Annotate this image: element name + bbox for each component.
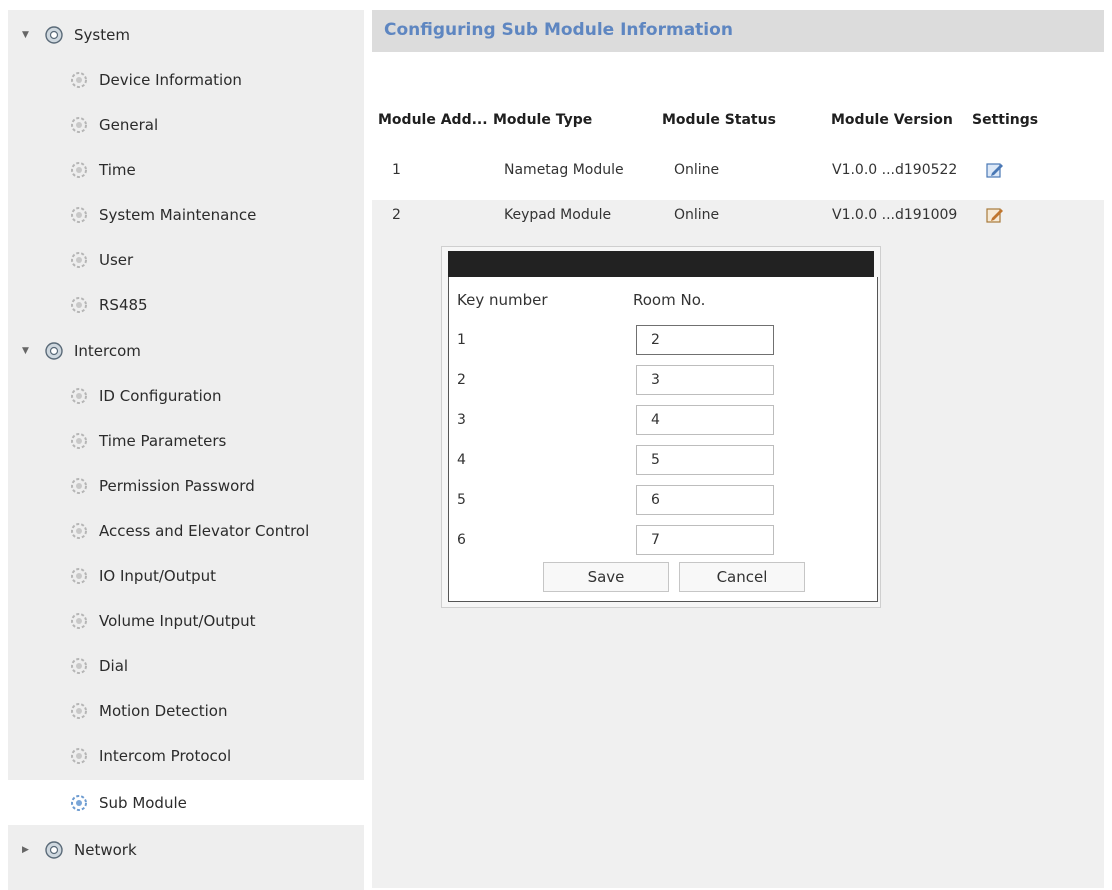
- sidebar-item-label: Dial: [99, 656, 129, 675]
- gear-icon: [71, 71, 87, 88]
- gear-icon: [71, 612, 87, 629]
- gear-icon: [71, 657, 87, 674]
- gear-icon: [71, 432, 87, 449]
- sidebar-item-time-parameters[interactable]: Time Parameters: [8, 418, 364, 463]
- sidebar-item-system-maintenance[interactable]: System Maintenance: [8, 192, 364, 237]
- sidebar-item-label: Time Parameters: [99, 431, 227, 450]
- sidebar: ▼ System Device Information General Time…: [8, 10, 364, 890]
- key-number-label: 4: [457, 452, 466, 468]
- sidebar-group-system[interactable]: ▼ System: [8, 12, 364, 57]
- gear-icon: [71, 794, 87, 811]
- module-version: V1.0.0 ...d190522: [832, 162, 958, 178]
- sidebar-item-label: Motion Detection: [99, 701, 228, 720]
- sidebar-group-label: Intercom: [74, 341, 141, 360]
- dialog-title-bar[interactable]: [448, 251, 874, 277]
- module-status: Online: [674, 207, 720, 223]
- sidebar-item-label: RS485: [99, 295, 148, 314]
- sidebar-item-label: Access and Elevator Control: [99, 521, 310, 540]
- gear-icon: [71, 747, 87, 764]
- sidebar-item-io-input-output[interactable]: IO Input/Output: [8, 553, 364, 598]
- sidebar-item-device-information[interactable]: Device Information: [8, 57, 364, 102]
- globe-gear-icon: [45, 840, 63, 859]
- sidebar-item-label: Volume Input/Output: [99, 611, 256, 630]
- sidebar-item-user[interactable]: User: [8, 237, 364, 282]
- room-number-field[interactable]: [636, 485, 774, 515]
- gear-icon: [71, 567, 87, 584]
- header-key-number: Key number: [457, 291, 548, 309]
- key-number-label: 5: [457, 492, 466, 508]
- globe-gear-icon: [45, 341, 63, 360]
- module-version: V1.0.0 ...d191009: [832, 207, 958, 223]
- collapse-arrow-icon[interactable]: ▶: [22, 845, 29, 855]
- sidebar-item-label: System Maintenance: [99, 205, 257, 224]
- page-title: Configuring Sub Module Information: [384, 20, 733, 40]
- sidebar-item-permission-password[interactable]: Permission Password: [8, 463, 364, 508]
- sidebar-item-motion-detection[interactable]: Motion Detection: [8, 688, 364, 733]
- sidebar-item-sub-module[interactable]: Sub Module: [8, 780, 364, 825]
- gear-icon: [71, 251, 87, 268]
- gear-icon: [71, 387, 87, 404]
- key-room-dialog: Key number Room No. 1 2 3 4 5 6 Save Can…: [441, 246, 881, 608]
- sidebar-item-label: ID Configuration: [99, 386, 222, 405]
- sidebar-item-intercom-protocol[interactable]: Intercom Protocol: [8, 733, 364, 778]
- sidebar-item-volume-input-output[interactable]: Volume Input/Output: [8, 598, 364, 643]
- module-type: Nametag Module: [504, 162, 624, 178]
- dialog-body: Key number Room No. 1 2 3 4 5 6 Save Can…: [448, 277, 878, 602]
- sidebar-group-label: System: [74, 25, 130, 44]
- edit-icon[interactable]: [986, 161, 1004, 179]
- column-header-settings[interactable]: Settings: [972, 112, 1038, 128]
- column-header-module-status[interactable]: Module Status: [662, 112, 776, 128]
- sidebar-item-label: User: [99, 250, 134, 269]
- sidebar-group-network[interactable]: ▶ Network: [8, 827, 364, 872]
- cancel-button[interactable]: Cancel: [679, 562, 805, 592]
- header-room-no: Room No.: [633, 291, 706, 309]
- room-number-field[interactable]: [636, 525, 774, 555]
- sidebar-group-label: Network: [74, 840, 137, 859]
- column-header-module-type[interactable]: Module Type: [493, 112, 592, 128]
- sidebar-item-label: Permission Password: [99, 476, 255, 495]
- gear-icon: [71, 296, 87, 313]
- globe-gear-icon: [45, 25, 63, 44]
- gear-icon: [71, 206, 87, 223]
- gear-icon: [71, 161, 87, 178]
- column-header-module-version[interactable]: Module Version: [831, 112, 953, 128]
- sidebar-item-rs485[interactable]: RS485: [8, 282, 364, 327]
- sidebar-item-dial[interactable]: Dial: [8, 643, 364, 688]
- room-number-field[interactable]: [636, 365, 774, 395]
- room-number-field[interactable]: [636, 325, 774, 355]
- gear-icon: [71, 702, 87, 719]
- key-number-label: 6: [457, 532, 466, 548]
- sidebar-item-access-elevator-control[interactable]: Access and Elevator Control: [8, 508, 364, 553]
- sidebar-item-label: Time: [99, 160, 136, 179]
- gear-icon: [71, 116, 87, 133]
- room-number-field[interactable]: [636, 405, 774, 435]
- module-address: 1: [392, 162, 401, 178]
- module-status: Online: [674, 162, 720, 178]
- key-number-label: 1: [457, 332, 466, 348]
- key-number-label: 3: [457, 412, 466, 428]
- room-number-field[interactable]: [636, 445, 774, 475]
- edit-icon[interactable]: [986, 206, 1004, 224]
- sidebar-item-general[interactable]: General: [8, 102, 364, 147]
- sidebar-item-label: Sub Module: [99, 793, 187, 812]
- sidebar-item-label: General: [99, 115, 159, 134]
- gear-icon: [71, 522, 87, 539]
- expand-arrow-icon[interactable]: ▼: [22, 30, 29, 40]
- sidebar-group-intercom[interactable]: ▼ Intercom: [8, 328, 364, 373]
- sidebar-item-label: IO Input/Output: [99, 566, 216, 585]
- expand-arrow-icon[interactable]: ▼: [22, 346, 29, 356]
- sidebar-item-label: Intercom Protocol: [99, 746, 232, 765]
- key-number-label: 2: [457, 372, 466, 388]
- sidebar-item-label: Device Information: [99, 70, 242, 89]
- column-header-module-address[interactable]: Module Add...: [378, 112, 488, 128]
- sidebar-item-id-configuration[interactable]: ID Configuration: [8, 373, 364, 418]
- sidebar-item-time[interactable]: Time: [8, 147, 364, 192]
- page-title-bar: Configuring Sub Module Information: [372, 10, 1104, 52]
- module-type: Keypad Module: [504, 207, 612, 223]
- gear-icon: [71, 477, 87, 494]
- module-address: 2: [392, 207, 401, 223]
- save-button[interactable]: Save: [543, 562, 669, 592]
